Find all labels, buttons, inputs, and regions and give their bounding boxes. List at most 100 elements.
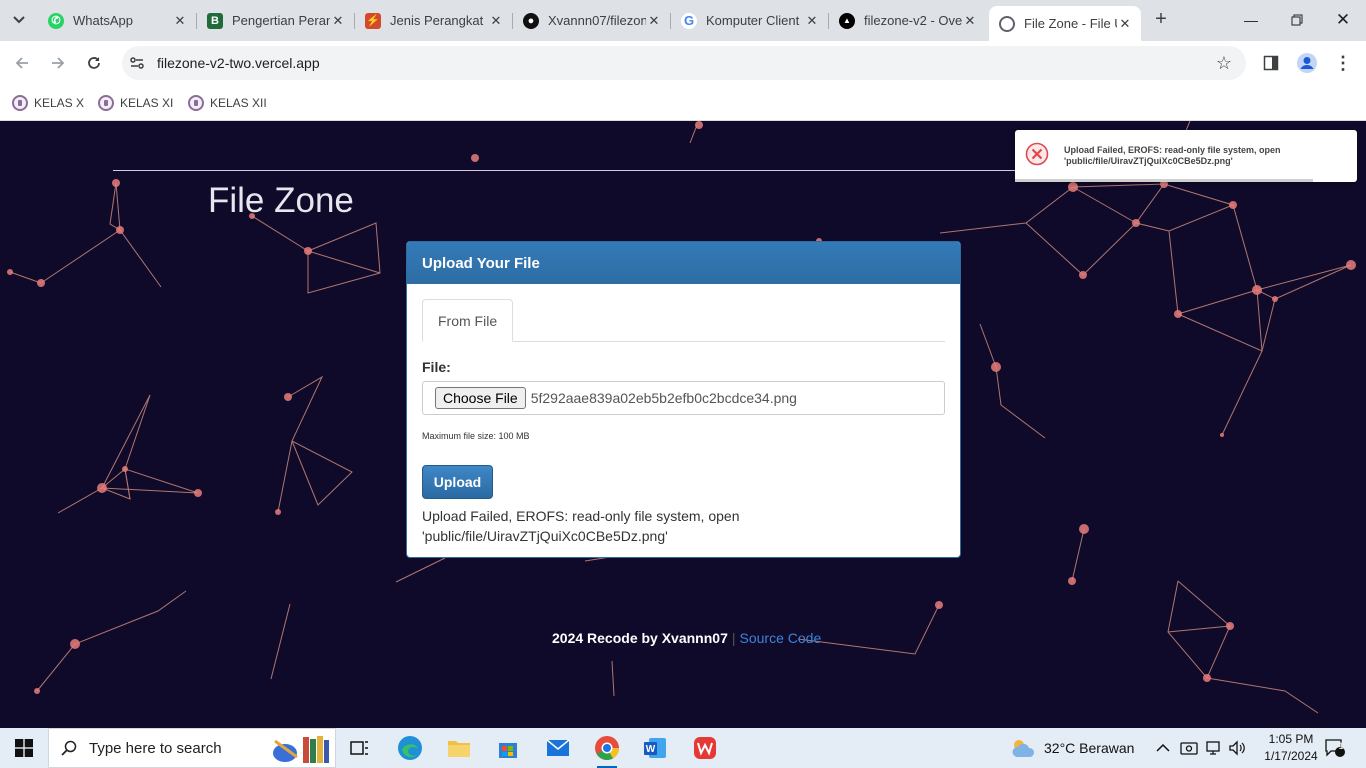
footer-separator: | — [731, 630, 736, 646]
page-viewport: File Zone Upload Your File From File Fil… — [0, 121, 1366, 728]
taskbar-file-explorer[interactable] — [441, 732, 477, 764]
tab-search-button[interactable] — [6, 8, 32, 32]
close-icon[interactable]: ✕ — [962, 13, 978, 29]
weather-widget[interactable]: 32°C Berawan — [1010, 728, 1134, 768]
error-toast[interactable]: Upload Failed, EROFS: read-only file sys… — [1015, 130, 1357, 182]
taskbar-word[interactable]: W — [637, 732, 673, 764]
brand-title: File Zone — [208, 181, 354, 220]
panel-heading: Upload Your File — [407, 242, 960, 284]
avatar-icon — [1297, 53, 1317, 73]
page-footer: 2024 Recode by Xvannn07 | Source Code — [552, 630, 821, 646]
store-bag-icon — [499, 743, 517, 758]
reload-icon — [88, 57, 100, 69]
taskbar-wps[interactable] — [687, 732, 723, 764]
school-logo-icon — [12, 95, 28, 111]
google-icon: G — [681, 12, 697, 29]
whatsapp-icon: ✆ — [48, 12, 64, 29]
taskbar-edge[interactable] — [392, 732, 428, 764]
close-icon[interactable]: ✕ — [330, 13, 346, 29]
max-size-help: Maximum file size: 100 MB — [422, 431, 530, 441]
restore-button[interactable] — [1274, 6, 1320, 34]
side-panel-button[interactable] — [1258, 50, 1284, 76]
tray-camera-button[interactable] — [1180, 728, 1198, 768]
url-text: filezone-v2-two.vercel.app — [157, 55, 320, 71]
close-icon[interactable]: ✕ — [488, 13, 504, 29]
taskbar-store[interactable] — [490, 732, 526, 764]
bookmark-label: KELAS XI — [120, 96, 174, 110]
selected-file-name: 5f292aae839a02eb5b2efb0c2bcdce34.png — [530, 390, 797, 406]
site-logo-icon: ⚡ — [365, 12, 381, 29]
toast-message: Upload Failed, EROFS: read-only file sys… — [1064, 145, 1281, 166]
restore-icon — [1291, 14, 1303, 26]
reload-button[interactable] — [82, 51, 106, 75]
forward-button[interactable] — [46, 51, 70, 75]
tab-komputer-client[interactable]: G Komputer Client ✕ — [671, 8, 828, 33]
tab-title: WhatsApp — [73, 13, 133, 28]
back-button[interactable] — [10, 51, 34, 75]
windows-taskbar: Type here to search W 32°C Berawan 1:05 … — [0, 728, 1366, 768]
tray-volume-button[interactable] — [1228, 728, 1246, 768]
bookmark-kelas-xii[interactable]: KELAS XII — [188, 92, 267, 114]
clock-date: 1/17/2024 — [1264, 749, 1318, 763]
chrome-icon — [595, 736, 619, 761]
tab-title: Komputer Client — [706, 13, 800, 28]
speaker-icon — [1229, 740, 1245, 756]
site-settings-icon[interactable] — [128, 54, 146, 72]
tray-overflow-button[interactable] — [1156, 728, 1170, 768]
chevron-down-icon — [13, 16, 25, 24]
windows-logo-icon — [15, 739, 33, 757]
close-icon[interactable]: ✕ — [172, 13, 188, 29]
close-icon[interactable]: ✕ — [646, 13, 662, 29]
new-tab-button[interactable]: + — [1150, 9, 1172, 31]
taskbar-mail[interactable] — [540, 732, 576, 764]
weather-text: 32°C Berawan — [1044, 740, 1135, 756]
partly-cloudy-icon — [1012, 740, 1035, 757]
taskbar-chrome[interactable] — [589, 732, 625, 768]
clock-time: 1:05 PM — [1268, 732, 1314, 746]
side-panel-icon — [1263, 55, 1279, 71]
network-icon — [1206, 741, 1220, 755]
menu-button[interactable]: ⋮ — [1330, 50, 1356, 76]
school-logo-icon — [98, 95, 114, 111]
tab-title: Xvannn07/filezone — [548, 13, 646, 28]
vercel-icon: ▲ — [839, 12, 855, 29]
close-window-button[interactable]: ✕ — [1320, 6, 1366, 34]
taskbar-clock[interactable]: 1:05 PM 1/17/2024 — [1256, 731, 1326, 765]
task-view-icon — [350, 741, 368, 755]
github-icon: ● — [523, 12, 539, 29]
upload-button[interactable]: Upload — [422, 465, 493, 499]
bookmark-label: KELAS X — [34, 96, 85, 110]
taskbar-search[interactable]: Type here to search — [48, 728, 336, 768]
tab-from-file[interactable]: From File — [422, 299, 514, 342]
source-code-link[interactable]: Source Code — [740, 630, 822, 646]
task-view-button[interactable] — [342, 732, 378, 764]
start-button[interactable] — [0, 728, 48, 768]
tab-whatsapp[interactable]: ✆ WhatsApp ✕ — [38, 8, 196, 33]
tab-pengertian[interactable]: B Pengertian Peran ✕ — [197, 8, 354, 33]
tab-jenis-perangkat[interactable]: ⚡ Jenis Perangkat ✕ — [355, 8, 512, 33]
tab-strip: ✆ WhatsApp ✕ B Pengertian Peran ✕ ⚡ Jeni… — [0, 0, 1366, 41]
minimize-button[interactable]: — — [1228, 6, 1274, 34]
close-icon[interactable]: ✕ — [804, 13, 820, 29]
tray-network-button[interactable] — [1205, 728, 1221, 768]
choose-file-button[interactable]: Choose File — [435, 387, 526, 409]
notification-center-button[interactable]: 1 — [1324, 728, 1346, 768]
address-bar[interactable]: filezone-v2-two.vercel.app ☆ — [122, 46, 1246, 80]
blogger-b-icon: B — [207, 12, 223, 29]
profile-button[interactable] — [1294, 50, 1320, 76]
bookmark-label: KELAS XII — [210, 96, 267, 110]
svg-text:W: W — [646, 744, 656, 755]
bookmark-kelas-x[interactable]: KELAS X — [12, 92, 84, 114]
bookmark-kelas-xi[interactable]: KELAS XI — [98, 92, 173, 114]
toast-progress-bar — [1015, 179, 1313, 182]
tab-file-zone-active[interactable]: File Zone - File U ✕ — [989, 6, 1141, 41]
footer-credit: 2024 Recode by Xvannn07 — [552, 630, 728, 646]
file-input[interactable]: Choose File 5f292aae839a02eb5b2efb0c2bcd… — [422, 381, 945, 415]
close-icon[interactable]: ✕ — [1117, 16, 1133, 32]
bookmark-star-icon[interactable]: ☆ — [1216, 53, 1232, 74]
chevron-up-icon — [1156, 743, 1170, 752]
tab-github[interactable]: ● Xvannn07/filezone ✕ — [513, 8, 670, 33]
notification-count: 1 — [1338, 741, 1344, 751]
tab-vercel[interactable]: ▲ filezone-v2 - Ove ✕ — [829, 8, 986, 33]
edge-icon — [398, 736, 422, 760]
